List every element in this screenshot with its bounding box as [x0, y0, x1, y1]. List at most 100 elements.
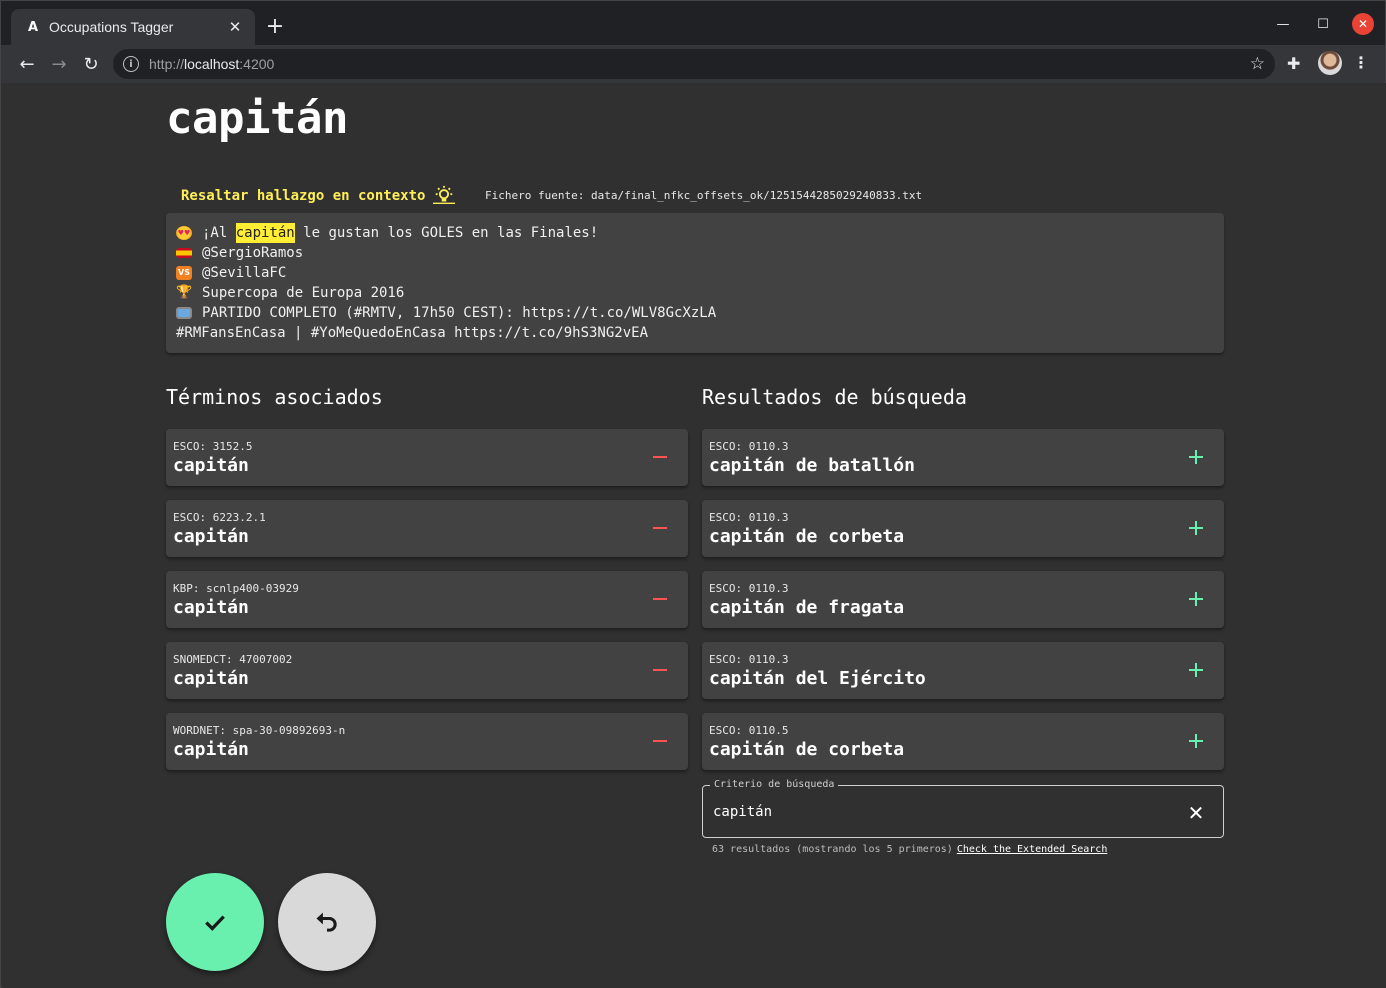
vs-emoji-icon: VS	[176, 266, 192, 280]
remove-term-button[interactable]	[648, 516, 672, 540]
minus-icon	[653, 598, 667, 600]
tab-title: Occupations Tagger	[49, 19, 174, 35]
plus-icon	[1189, 734, 1203, 748]
add-result-button[interactable]	[1184, 516, 1208, 540]
forward-arrow-icon[interactable]: →	[47, 52, 71, 76]
result-label: capitán de corbeta	[709, 526, 905, 547]
site-info-icon[interactable]: i	[123, 56, 139, 72]
profile-avatar[interactable]	[1318, 51, 1342, 75]
associated-term-card: WORDNET: spa-30-09892693-n capitán	[166, 713, 688, 770]
highlight-in-context-button[interactable]: Resaltar hallazgo en contexto	[181, 185, 456, 207]
remove-term-button[interactable]	[648, 658, 672, 682]
term-label: capitán	[173, 455, 249, 476]
associated-term-card: ESCO: 6223.2.1 capitán	[166, 500, 688, 557]
term-source: WORDNET: spa-30-09892693-n	[173, 724, 346, 737]
term-label: capitán	[173, 597, 249, 618]
minus-icon	[653, 456, 667, 458]
lightbulb-icon	[433, 185, 456, 205]
undo-button[interactable]	[278, 873, 376, 971]
result-source: ESCO: 0110.3	[709, 440, 789, 453]
term-label: capitán	[173, 526, 249, 547]
browser-window: A Occupations Tagger ✕ + — ☐ ✕ ← → ↻ i h…	[0, 0, 1386, 988]
clear-search-icon[interactable]: ✕	[1185, 801, 1207, 825]
context-text: @SergioRamos	[202, 245, 304, 261]
search-result-card: ESCO: 0110.3 capitán de batallón	[702, 429, 1224, 486]
associated-term-card: KBP: scnlp400-03929 capitán	[166, 571, 688, 628]
page-content: capitán Resaltar hallazgo en contexto Fi…	[2, 83, 1386, 988]
plus-icon	[1189, 450, 1203, 464]
extended-search-link[interactable]: Check the Extended Search	[957, 844, 1108, 855]
browser-toolbar: ← → ↻ i http://localhost:4200 ☆ ✚ ⋮	[1, 45, 1385, 83]
back-arrow-icon[interactable]: ←	[15, 52, 39, 76]
result-label: capitán de corbeta	[709, 739, 905, 760]
result-source: ESCO: 0110.5	[709, 724, 789, 737]
source-file-path: Fichero fuente: data/final_nfkc_offsets_…	[485, 189, 923, 202]
search-results-hint: 63 resultados (mostrando los 5 primeros)…	[712, 844, 1107, 855]
spain-flag-emoji-icon	[176, 248, 192, 258]
address-bar[interactable]: i http://localhost:4200 ☆	[113, 49, 1275, 79]
minus-icon	[653, 669, 667, 671]
extensions-puzzle-icon[interactable]: ✚	[1287, 54, 1300, 73]
remove-term-button[interactable]	[648, 729, 672, 753]
window-minimize-icon[interactable]: —	[1272, 13, 1294, 35]
browser-menu-kebab-icon[interactable]: ⋮	[1353, 53, 1369, 72]
url-port: :4200	[239, 56, 275, 72]
search-result-card: ESCO: 0110.5 capitán de corbeta	[702, 713, 1224, 770]
url-scheme: http://	[149, 56, 185, 72]
minus-icon	[653, 740, 667, 742]
remove-term-button[interactable]	[648, 445, 672, 469]
result-label: capitán de batallón	[709, 455, 915, 476]
context-line: ♥♥ ¡Al capitán le gustan los GOLES en las…	[176, 223, 1214, 243]
tab-close-icon[interactable]: ✕	[225, 17, 245, 37]
context-text: PARTIDO COMPLETO (#RMTV, 17h50 CEST): ht…	[202, 305, 717, 321]
url-text[interactable]: http://localhost:4200	[149, 56, 274, 72]
search-field-label: Criterio de búsqueda	[710, 779, 839, 790]
search-input[interactable]	[713, 804, 1153, 820]
term-source: KBP: scnlp400-03929	[173, 582, 299, 595]
bookmark-star-icon[interactable]: ☆	[1250, 54, 1265, 74]
window-close-icon[interactable]: ✕	[1352, 13, 1374, 35]
associated-term-card: ESCO: 3152.5 capitán	[166, 429, 688, 486]
accept-button[interactable]	[166, 873, 264, 971]
associated-terms-heading: Términos asociados	[166, 385, 383, 409]
context-text-box: ♥♥ ¡Al capitán le gustan los GOLES en las…	[166, 213, 1224, 353]
search-criteria-field: Criterio de búsqueda ✕	[702, 779, 1224, 838]
tab-strip: A Occupations Tagger ✕ + — ☐ ✕	[1, 1, 1385, 45]
minus-icon	[653, 527, 667, 529]
search-result-card: ESCO: 0110.3 capitán de corbeta	[702, 500, 1224, 557]
search-result-card: ESCO: 0110.3 capitán del Ejército	[702, 642, 1224, 699]
associated-term-card: SNOMEDCT: 47007002 capitán	[166, 642, 688, 699]
add-result-button[interactable]	[1184, 587, 1208, 611]
undo-arrow-icon	[316, 912, 337, 932]
angular-favicon-icon: A	[27, 19, 39, 35]
context-line: #RMFansEnCasa | #YoMeQuedoEnCasa https:/…	[176, 323, 1214, 343]
window-maximize-icon[interactable]: ☐	[1312, 13, 1334, 35]
browser-tab[interactable]: A Occupations Tagger ✕	[11, 9, 255, 45]
add-result-button[interactable]	[1184, 658, 1208, 682]
add-result-button[interactable]	[1184, 729, 1208, 753]
remove-term-button[interactable]	[648, 587, 672, 611]
result-source: ESCO: 0110.3	[709, 653, 789, 666]
search-result-card: ESCO: 0110.3 capitán de fragata	[702, 571, 1224, 628]
term-source: SNOMEDCT: 47007002	[173, 653, 293, 666]
trophy-emoji-icon: 🏆	[176, 285, 193, 300]
context-highlighted-match: capitán	[235, 223, 295, 243]
reload-icon[interactable]: ↻	[79, 52, 103, 76]
context-line: 🏆 Supercopa de Europa 2016	[176, 283, 1214, 303]
highlight-label: Resaltar hallazgo en contexto	[181, 188, 426, 204]
result-source: ESCO: 0110.3	[709, 582, 789, 595]
term-label: capitán	[173, 668, 249, 689]
television-emoji-icon	[176, 307, 192, 319]
result-label: capitán de fragata	[709, 597, 905, 618]
result-source: ESCO: 0110.3	[709, 511, 789, 524]
term-label: capitán	[173, 739, 249, 760]
context-line: @SergioRamos	[176, 243, 1214, 263]
term-source: ESCO: 6223.2.1	[173, 511, 266, 524]
result-label: capitán del Ejército	[709, 668, 926, 689]
plus-icon	[1189, 521, 1203, 535]
context-text-after: le gustan los GOLES en las Finales!	[294, 225, 599, 241]
add-result-button[interactable]	[1184, 445, 1208, 469]
new-tab-plus-icon[interactable]: +	[263, 14, 287, 39]
search-results-heading: Resultados de búsqueda	[702, 385, 967, 409]
term-source: ESCO: 3152.5	[173, 440, 253, 453]
